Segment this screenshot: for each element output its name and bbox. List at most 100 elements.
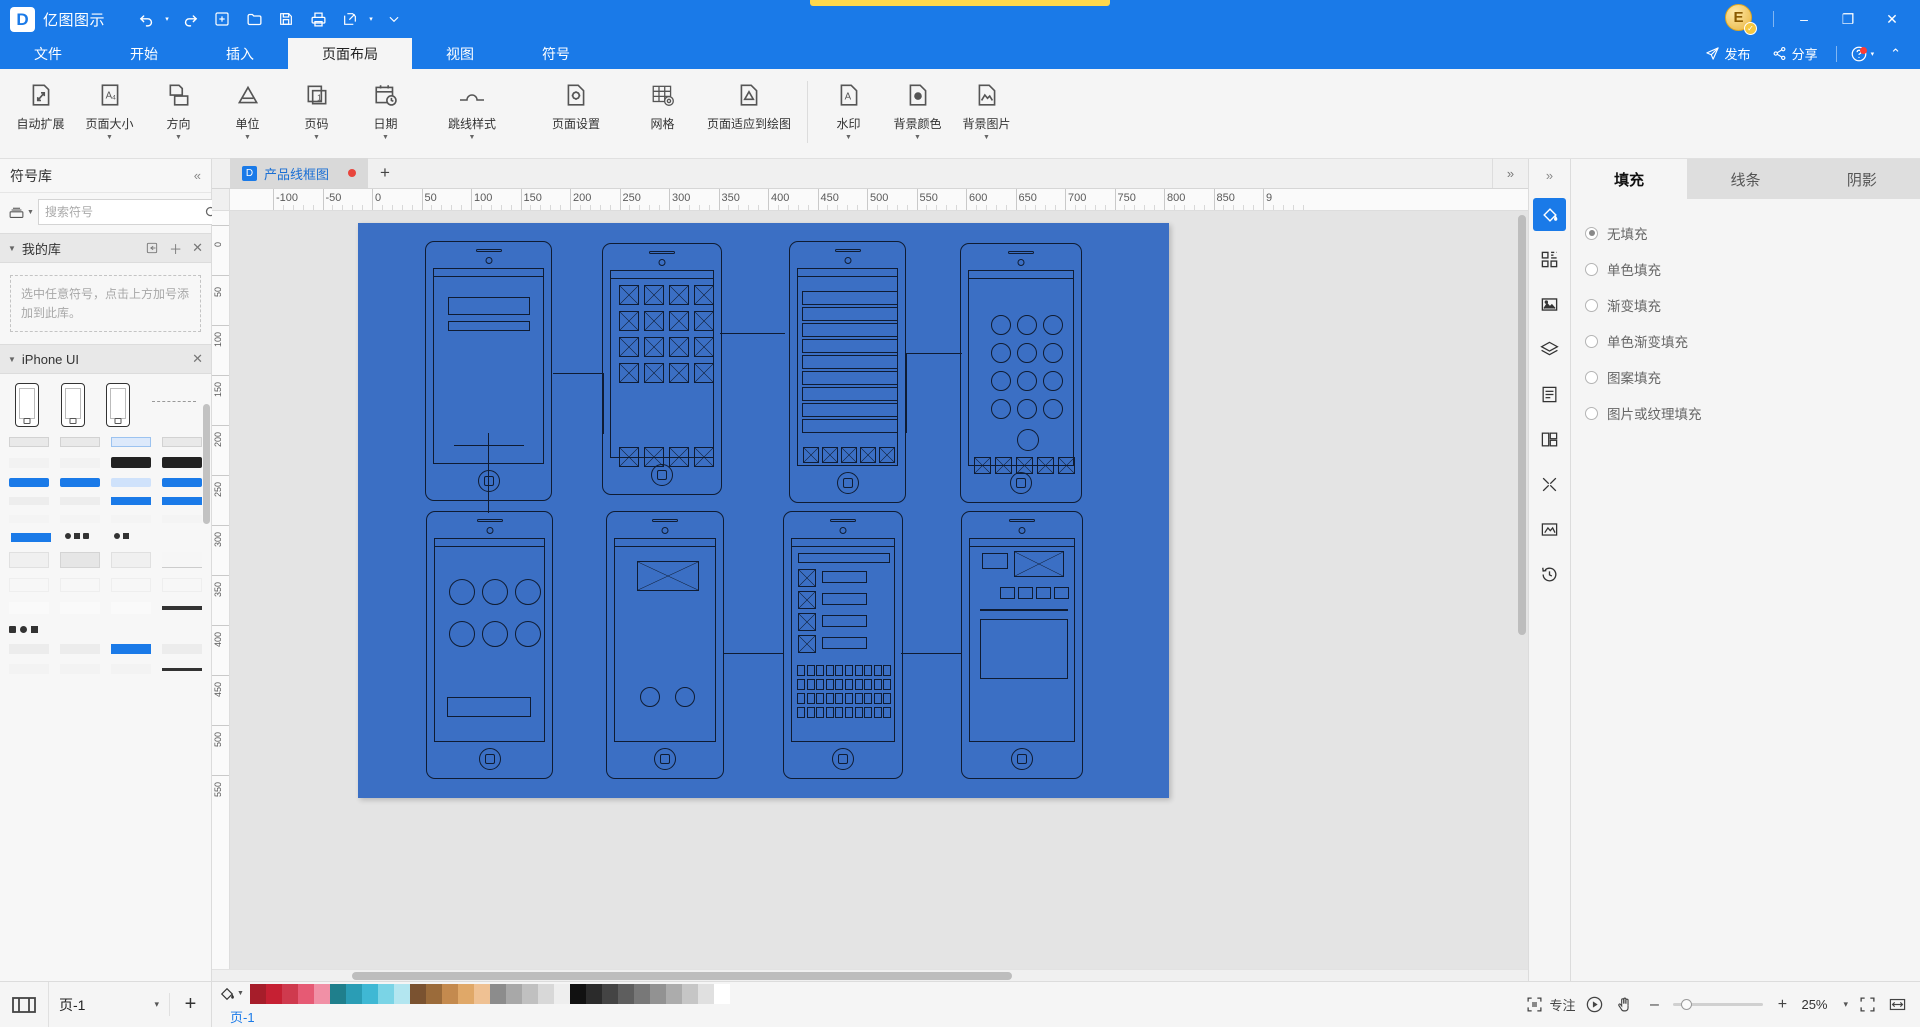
shapes-icon[interactable] [1533,243,1566,276]
color-swatch[interactable] [601,983,618,1004]
shape-row[interactable] [0,452,211,473]
fill-option-pattern[interactable]: 图案填充 [1571,359,1920,395]
phone-home-button[interactable] [654,748,676,770]
shape-panel[interactable] [60,578,101,593]
section-my-library[interactable]: ▼ 我的库 ＋ ✕ [0,233,211,263]
color-swatch[interactable] [489,983,506,1004]
menu-item-file[interactable]: 文件 [0,38,96,69]
phone-screen[interactable] [614,538,716,742]
shape-row[interactable] [0,528,211,547]
maximize-button[interactable]: ❐ [1828,0,1868,38]
shape-iphone-portrait[interactable] [106,383,131,428]
shape-row[interactable] [0,597,211,619]
color-swatch[interactable] [361,983,378,1004]
shape-blue-bar[interactable] [60,478,101,488]
color-swatch[interactable] [441,983,458,1004]
phone-home-button[interactable] [1011,748,1033,770]
shape-row[interactable] [0,432,211,452]
color-swatch[interactable] [249,983,266,1004]
page-selector[interactable]: 页-1 ▾ [48,981,169,1027]
color-swatch[interactable] [377,983,394,1004]
wireframe-connector[interactable] [488,433,489,513]
color-swatch[interactable] [457,983,474,1004]
library-scrollbar[interactable] [203,404,210,525]
shape-dark-bar[interactable] [161,606,202,611]
wireframe-phone[interactable] [426,511,553,779]
shape-panel[interactable] [9,578,50,593]
shape-panel[interactable] [161,552,202,569]
presentation-play-icon[interactable] [1583,994,1605,1016]
document-tab[interactable]: D 产品线框图 [230,158,369,188]
add-page-button[interactable]: + [169,993,211,1016]
open-folder-icon[interactable] [239,5,269,33]
color-swatch[interactable] [297,983,314,1004]
color-swatch[interactable] [393,983,410,1004]
close-button[interactable]: ✕ [1872,0,1912,38]
fit-width-icon[interactable] [1886,994,1908,1016]
horizontal-ruler[interactable]: -100 -50 0 50 100 150 200 250 300 350 400 450 500 550… [230,189,1528,211]
canvas-vertical-scrollbar[interactable] [1518,215,1526,635]
chevron-down-icon[interactable]: ▾ [1871,50,1875,58]
unsaved-indicator[interactable] [348,169,357,177]
close-section-icon[interactable]: ✕ [192,351,203,367]
canvas-page[interactable] [358,223,1169,798]
ribbon-page-setup[interactable]: 页面设置 [524,69,628,155]
phone-home-button[interactable] [1010,472,1032,494]
chevron-down-icon[interactable]: ▼ [27,209,34,216]
radio-button[interactable] [1585,226,1598,240]
shape-row[interactable] [0,473,211,492]
wireframe-connector[interactable] [906,353,962,354]
shape-bar[interactable] [9,515,50,524]
chart-icon[interactable] [1533,423,1566,456]
customize-toolbar-icon[interactable] [379,5,409,33]
help-button[interactable]: ▾ [1846,45,1879,63]
chevron-down-icon[interactable]: ▼ [983,134,990,141]
shape-icon-set[interactable] [162,624,202,634]
fill-bucket-icon[interactable]: ▼ [218,985,244,1003]
color-swatch[interactable] [633,983,650,1004]
ribbon-fit-page-to-drawing[interactable]: 页面适应到绘图 [697,69,801,155]
phone-screen[interactable] [791,538,895,742]
shape-bar[interactable] [9,497,50,506]
chevron-down-icon[interactable]: ▾ [154,999,159,1010]
shape-row[interactable] [0,547,211,573]
fill-icon[interactable] [1533,198,1566,231]
phone-home-button[interactable] [478,748,501,770]
zoom-slider-handle[interactable] [1681,999,1693,1010]
fill-option-none[interactable]: 无填充 [1571,215,1920,251]
color-swatch[interactable] [713,983,730,1004]
ribbon-auto-expand[interactable]: 自动扩展 [6,69,75,155]
fill-option-mono-gradient[interactable]: 单色渐变填充 [1571,323,1920,359]
publish-button[interactable]: 发布 [1696,42,1760,66]
radio-button[interactable] [1585,298,1598,312]
shape-panel[interactable] [9,644,50,655]
ribbon-date[interactable]: 日期 ▼ [351,69,420,155]
shape-bar[interactable] [60,437,101,448]
section-iphone-ui[interactable]: ▼ iPhone UI ✕ [0,344,211,375]
chevron-down-icon[interactable]: ▼ [106,134,113,141]
ribbon-background-image[interactable]: 背景图片 ▼ [952,69,1021,155]
shape-row[interactable] [0,639,211,659]
shape-panel[interactable] [110,552,151,569]
color-swatch[interactable] [537,983,554,1004]
print-icon[interactable] [303,5,333,33]
tab-line[interactable]: 线条 [1687,159,1804,199]
shape-blue-bar[interactable] [161,497,202,506]
shape-panel[interactable] [161,578,202,593]
color-swatch[interactable] [505,983,522,1004]
radio-button[interactable] [1585,334,1598,348]
focus-mode-button[interactable]: 专注 [1526,995,1575,1014]
shape-row[interactable] [0,378,211,432]
ribbon-watermark[interactable]: A 水印 ▼ [814,69,883,155]
canvas-horizontal-scrollbar[interactable] [352,972,1012,980]
color-swatch[interactable] [649,983,666,1004]
frame-icon[interactable] [1533,513,1566,546]
vertical-ruler[interactable]: 0 50 100 150 200 250 300 350 400 450 500 550 [212,211,230,969]
phone-screen[interactable] [610,270,714,467]
color-swatch[interactable] [553,983,570,1004]
radio-button[interactable] [1585,406,1598,420]
search-input-wrapper[interactable] [37,199,226,225]
collapse-ribbon-button[interactable]: ⌃ [1881,42,1910,66]
radio-button[interactable] [1585,370,1598,384]
phone-screen[interactable] [434,538,545,742]
